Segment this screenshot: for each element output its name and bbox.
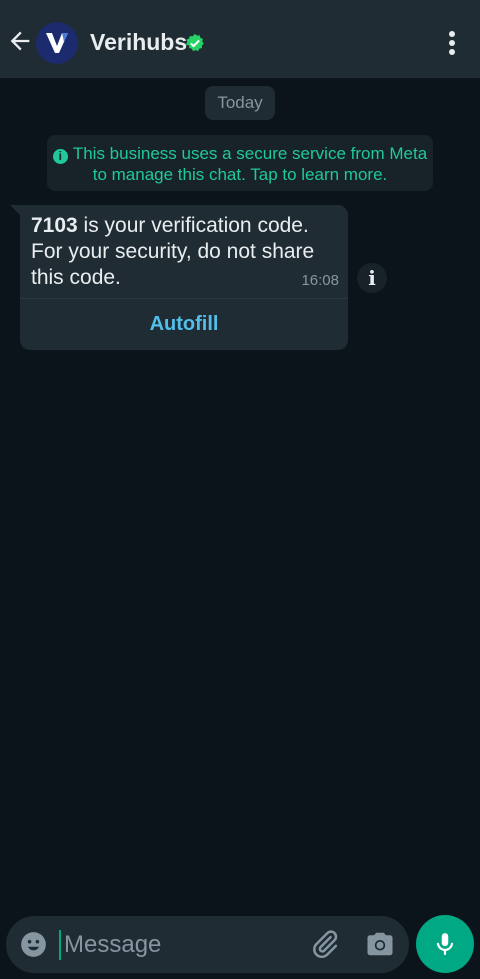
info-icon: i xyxy=(52,149,68,164)
avatar[interactable] xyxy=(36,22,78,64)
attach-icon[interactable] xyxy=(310,929,340,959)
mic-button[interactable] xyxy=(416,915,474,973)
text-caret xyxy=(59,930,61,960)
camera-icon[interactable] xyxy=(365,929,395,959)
business-notice[interactable]: i This business uses a secure service fro… xyxy=(47,135,433,191)
verification-code: 7103 xyxy=(31,214,78,237)
date-chip: Today xyxy=(205,86,275,120)
message-input[interactable] xyxy=(62,924,296,966)
verihubs-logo-icon xyxy=(46,33,68,53)
composer-bar xyxy=(6,916,409,973)
chat-header: Verihubs xyxy=(0,0,480,78)
message-text: 7103 is your verification code. For your… xyxy=(31,213,331,291)
chat-area xyxy=(0,78,480,908)
contact-name[interactable]: Verihubs xyxy=(90,29,187,56)
mic-icon xyxy=(436,933,454,955)
emoji-icon[interactable] xyxy=(20,931,47,958)
message-bubble[interactable]: 7103 is your verification code. For your… xyxy=(20,205,348,350)
back-arrow-icon[interactable] xyxy=(6,27,34,55)
message-info-icon[interactable]: i xyxy=(357,263,387,293)
message-time: 16:08 xyxy=(301,272,339,289)
autofill-button[interactable]: Autofill xyxy=(20,299,348,350)
notice-text: This business uses a secure service from… xyxy=(72,144,428,184)
more-vert-icon[interactable] xyxy=(440,26,464,60)
verified-badge-icon xyxy=(185,33,204,52)
